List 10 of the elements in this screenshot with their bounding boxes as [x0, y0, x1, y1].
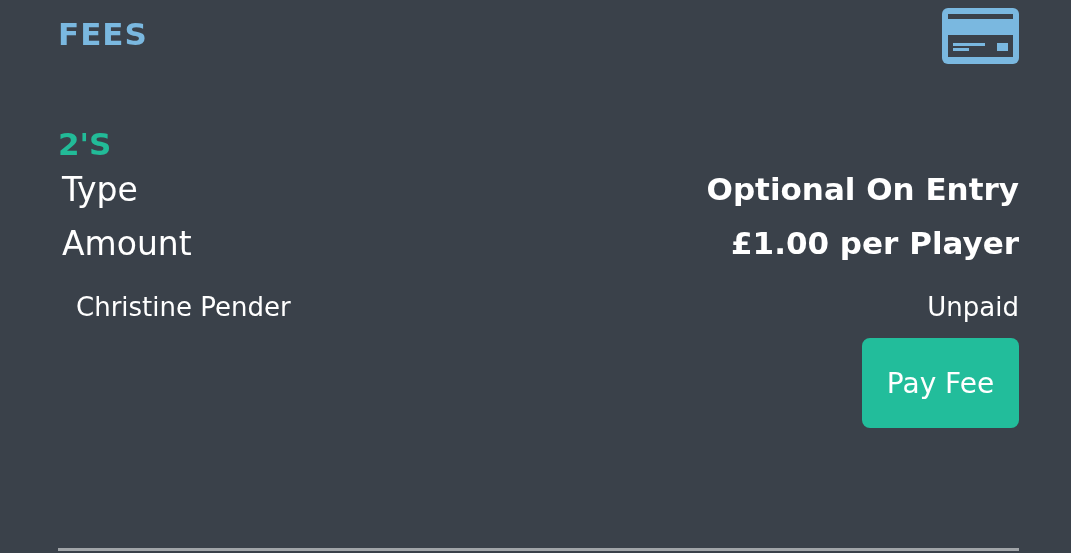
credit-card-icon [942, 8, 1019, 64]
fee-name: 2'S [58, 126, 113, 162]
section-title: FEES [58, 16, 148, 52]
payment-status: Unpaid [927, 292, 1019, 322]
player-name: Christine Pender [76, 292, 291, 322]
detail-label: Type [61, 169, 138, 209]
detail-value: £1.00 per Player [731, 225, 1019, 261]
detail-label: Amount [61, 223, 192, 263]
pay-fee-button[interactable]: Pay Fee [862, 338, 1019, 428]
detail-value: Optional On Entry [706, 171, 1019, 207]
